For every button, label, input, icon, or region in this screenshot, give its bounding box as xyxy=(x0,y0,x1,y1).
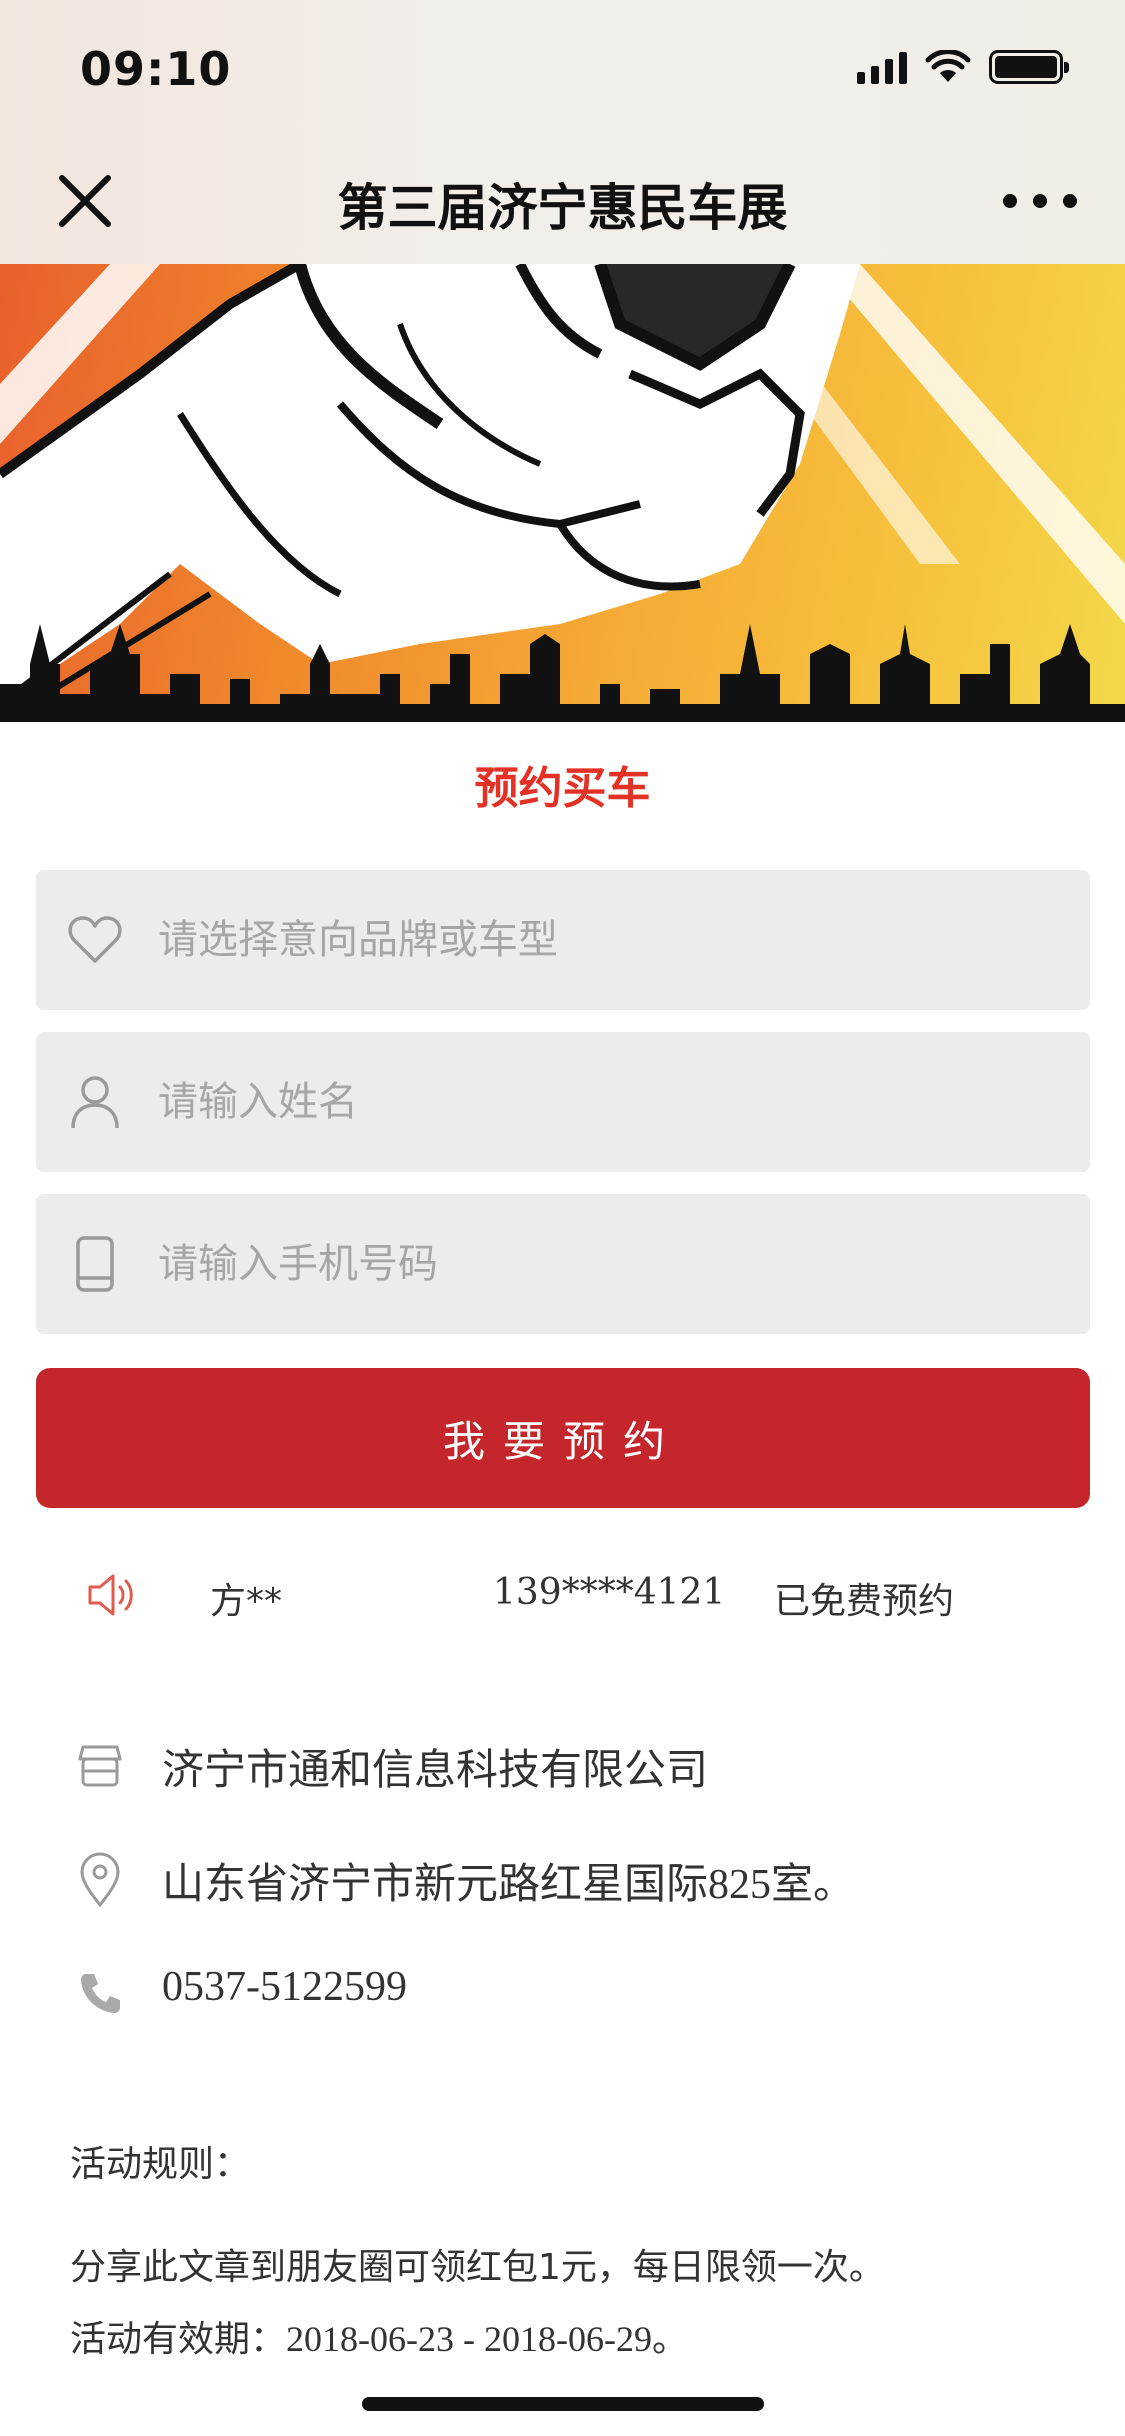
company-name: 济宁市通和信息科技有限公司 xyxy=(162,1745,709,1794)
hero-banner xyxy=(0,264,1125,722)
brand-input[interactable] xyxy=(158,917,1090,963)
telephone-icon xyxy=(72,1965,128,2021)
brand-select-field[interactable] xyxy=(36,870,1090,1010)
user-icon xyxy=(66,1073,124,1131)
status-icons xyxy=(857,50,1069,84)
home-indicator[interactable] xyxy=(362,2397,764,2411)
nav-bar: 第三届济宁惠民车展 xyxy=(0,132,1125,264)
battery-icon xyxy=(989,50,1069,84)
status-time: 09:10 xyxy=(80,42,232,96)
location-pin-icon xyxy=(72,1852,128,1908)
store-icon xyxy=(72,1738,128,1794)
hero-illustration xyxy=(0,264,1125,722)
company-address: 山东省济宁市新元路红星国际825室。 xyxy=(162,1862,856,1908)
status-bar: 09:10 xyxy=(0,0,1125,132)
phone-row[interactable]: 0537-5122599 xyxy=(0,1955,1125,2035)
ticker-name: 方** xyxy=(210,1581,283,1622)
phone-device-icon xyxy=(66,1235,124,1293)
speaker-icon xyxy=(86,1570,136,1624)
booking-ticker: 方** 139****4121 已免费预约 xyxy=(0,1560,1125,1630)
cellular-signal-icon xyxy=(857,50,907,84)
more-icon[interactable] xyxy=(1003,176,1077,226)
name-field[interactable] xyxy=(36,1032,1090,1172)
wifi-icon xyxy=(925,50,971,82)
company-phone[interactable]: 0537-5122599 xyxy=(162,1963,407,2011)
rule-line: 分享此文章到朋友圈可领红包1元，每日限领一次。 xyxy=(70,2247,885,2288)
heart-icon xyxy=(66,911,124,969)
page-title: 第三届济宁惠民车展 xyxy=(337,179,788,237)
address-row: 山东省济宁市新元路红星国际825室。 xyxy=(0,1842,1125,1922)
phone-input[interactable] xyxy=(158,1241,1090,1287)
name-input[interactable] xyxy=(158,1079,1090,1125)
ticker-status: 已免费预约 xyxy=(774,1581,955,1622)
reserve-button[interactable]: 我要预约 xyxy=(36,1368,1090,1508)
form-title: 预约买车 xyxy=(474,763,651,814)
company-row: 济宁市通和信息科技有限公司 xyxy=(0,1728,1125,1808)
ticker-phone: 139****4121 xyxy=(493,1572,726,1613)
phone-field[interactable] xyxy=(36,1194,1090,1334)
rules-title: 活动规则： xyxy=(70,2144,251,2185)
rule-line: 活动有效期：2018-06-23 - 2018-06-29。 xyxy=(70,2319,688,2359)
